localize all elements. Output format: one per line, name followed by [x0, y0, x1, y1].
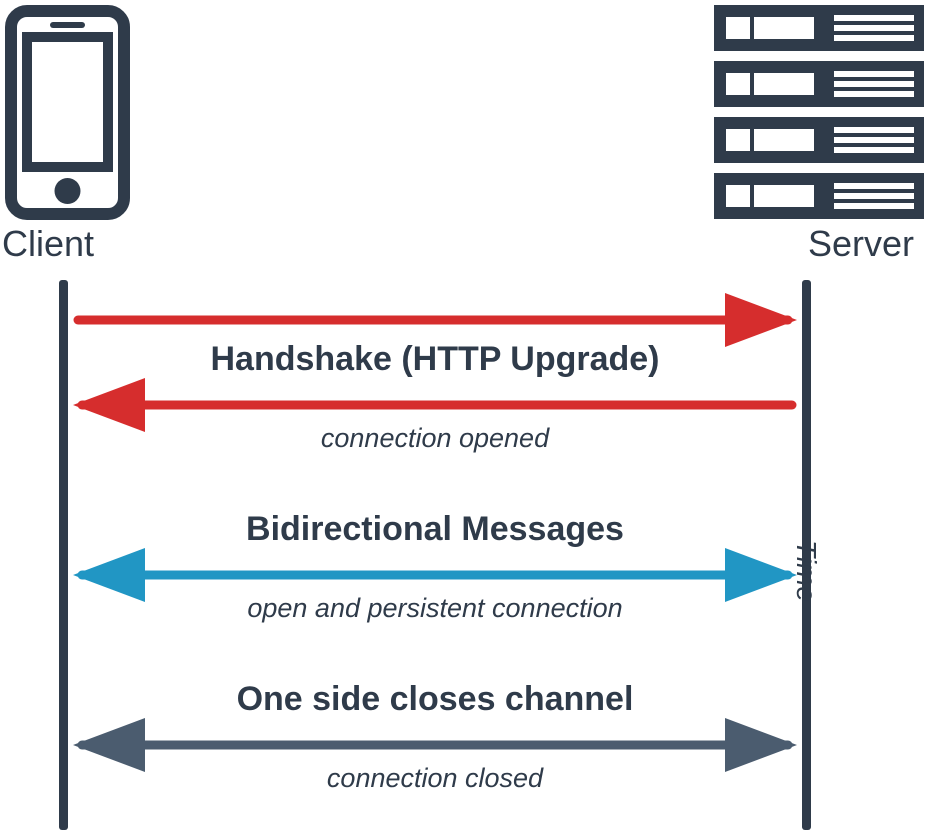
server-icon	[714, 5, 924, 225]
close-subtitle: connection closed	[68, 763, 802, 794]
client-lifeline	[59, 280, 68, 830]
client-label: Client	[2, 223, 94, 265]
handshake-request-arrow	[68, 300, 802, 340]
handshake-response-arrow	[68, 385, 802, 425]
handshake-subtitle: connection opened	[68, 423, 802, 454]
server-label: Server	[808, 223, 914, 265]
bidirectional-title: Bidirectional Messages	[68, 510, 802, 549]
bidirectional-arrow	[68, 555, 802, 595]
diagram-stage: Client	[0, 0, 929, 837]
client-icon	[5, 5, 130, 225]
close-title: One side closes channel	[68, 680, 802, 719]
close-arrow	[68, 725, 802, 765]
handshake-title: Handshake (HTTP Upgrade)	[68, 340, 802, 379]
bidirectional-subtitle: open and persistent connection	[68, 593, 802, 624]
